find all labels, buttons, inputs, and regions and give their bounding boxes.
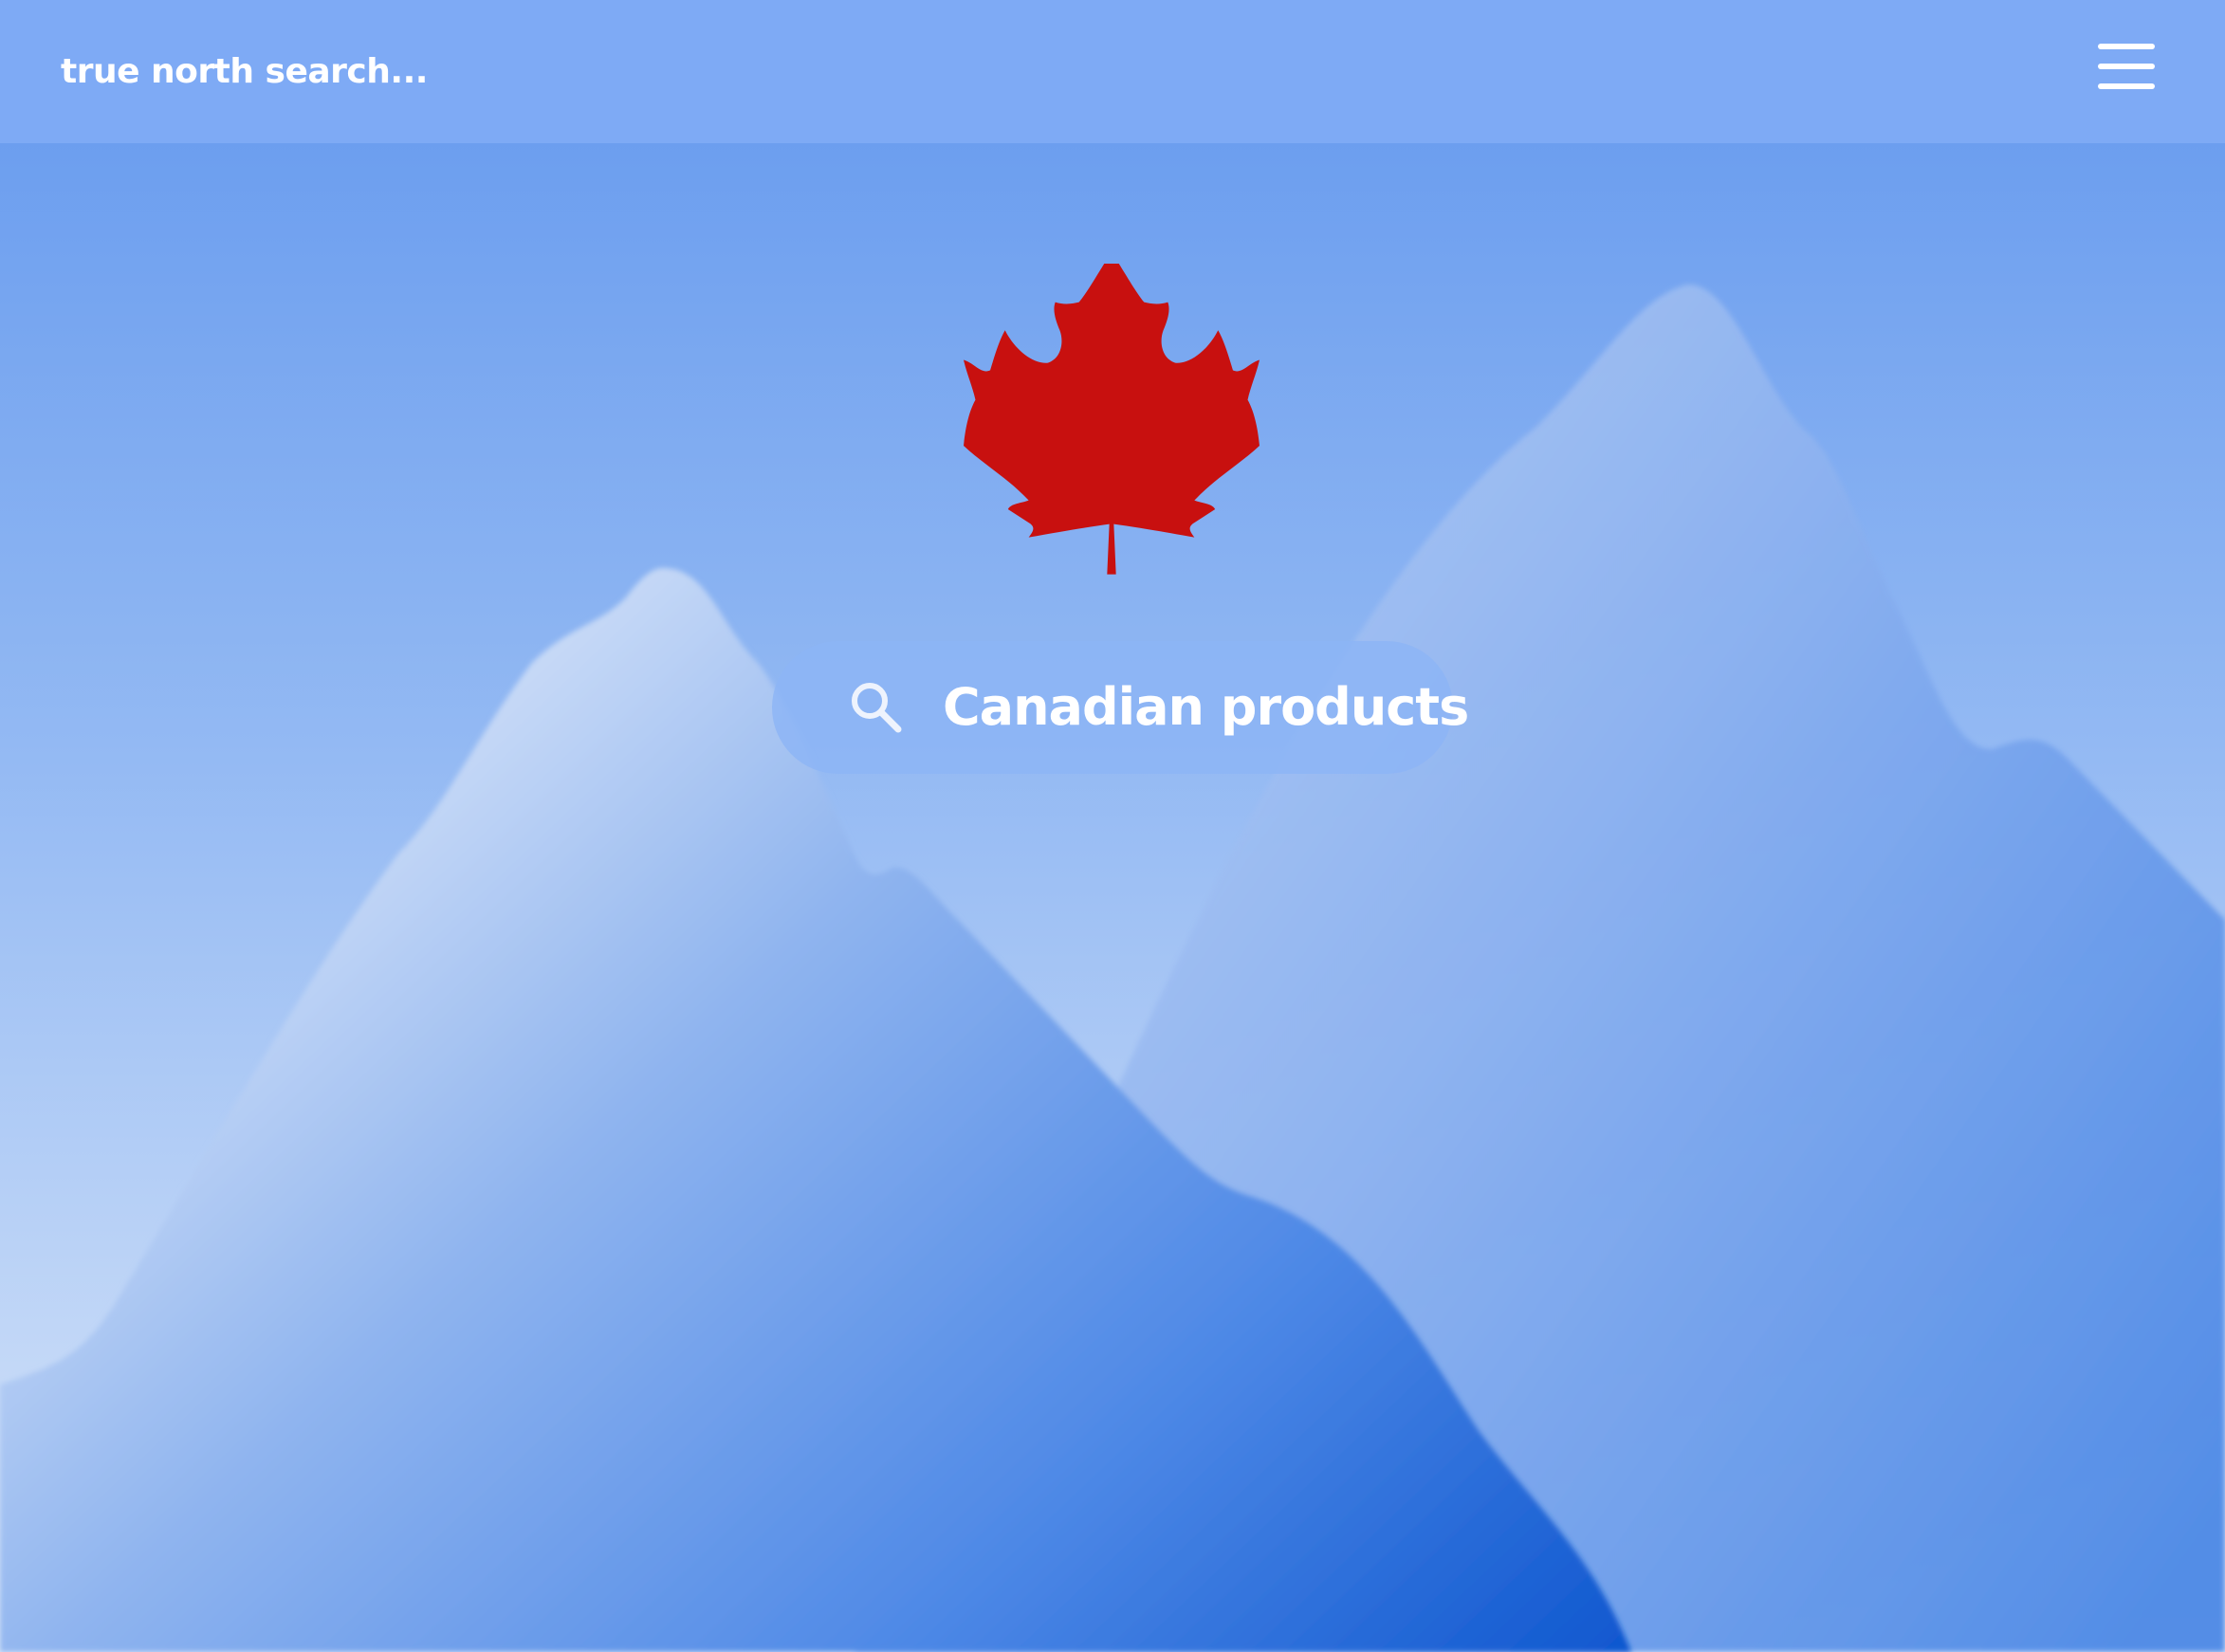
maple-leaf-icon bbox=[964, 264, 1260, 575]
hamburger-menu-icon[interactable] bbox=[2092, 36, 2161, 95]
top-bar: true north search... bbox=[0, 0, 2225, 143]
background-scene bbox=[0, 0, 2225, 1652]
mountain-background bbox=[0, 0, 2225, 1652]
menu-line bbox=[2098, 64, 2155, 69]
search-icon[interactable] bbox=[846, 677, 909, 740]
menu-line bbox=[2098, 44, 2155, 49]
search-input[interactable]: Canadian products bbox=[943, 668, 1469, 747]
brand-title[interactable]: true north search... bbox=[61, 44, 428, 101]
search-bar[interactable]: Canadian products bbox=[772, 641, 1469, 774]
menu-line bbox=[2098, 83, 2155, 89]
